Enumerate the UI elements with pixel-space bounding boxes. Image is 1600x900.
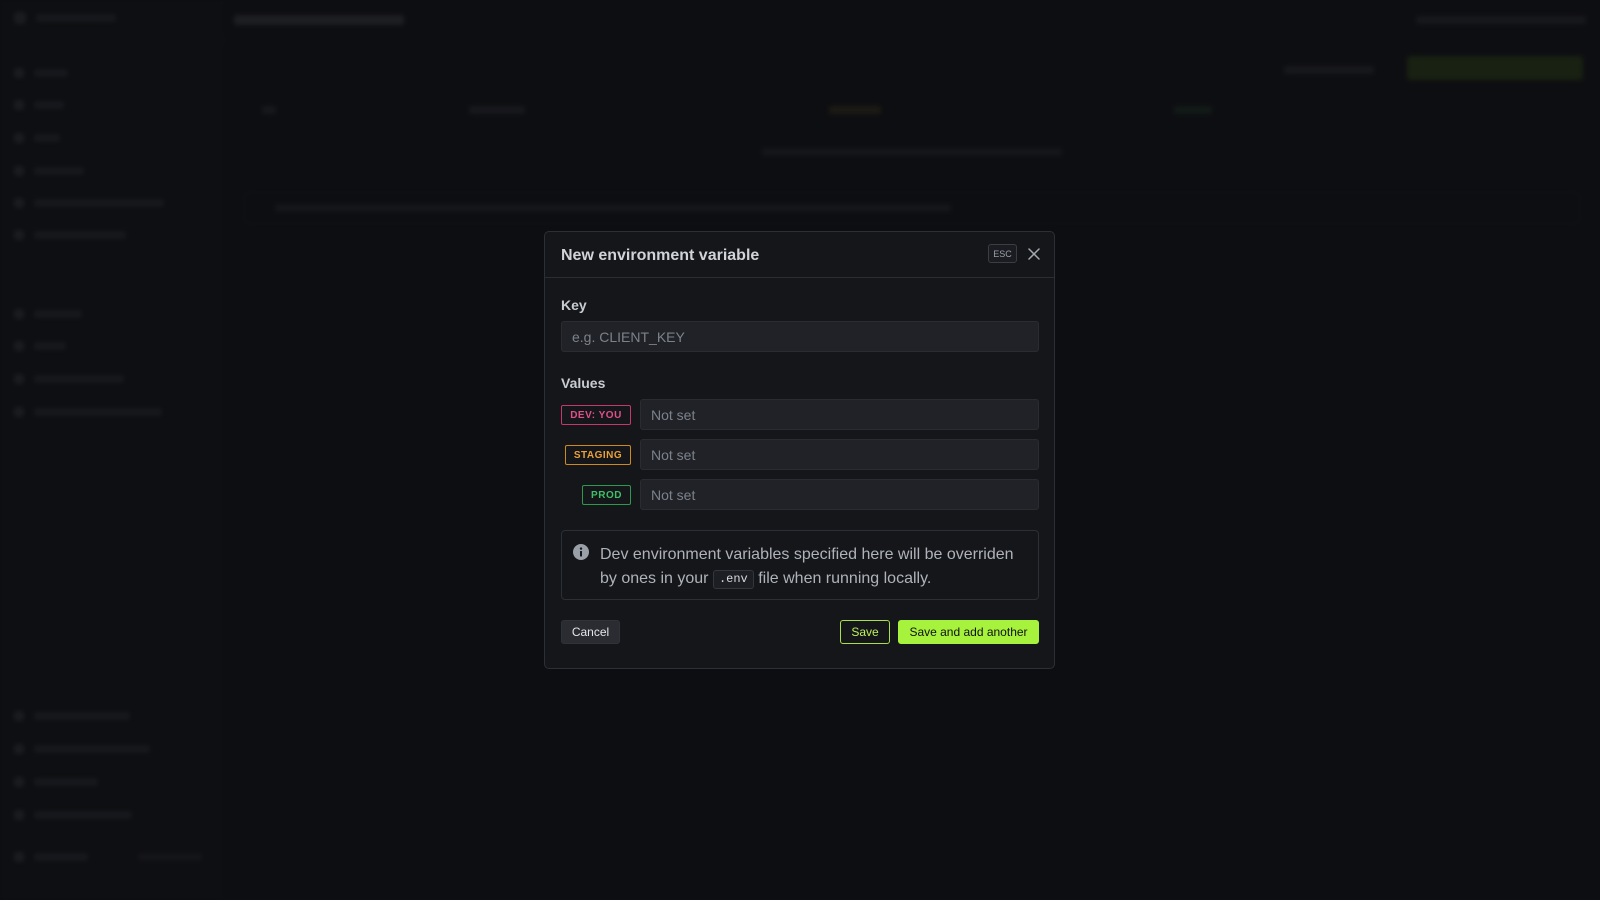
env-badge-prod: PROD	[582, 485, 631, 505]
env-badge-staging: STAGING	[565, 445, 631, 465]
save-button[interactable]: Save	[840, 620, 890, 644]
env-file-code: .env	[712, 570, 754, 589]
env-badge-dev: DEV: YOU	[561, 405, 631, 425]
esc-key-hint: ESC	[988, 244, 1017, 263]
info-text: Dev environment variables specified here…	[600, 543, 1032, 591]
close-button[interactable]	[1024, 244, 1044, 264]
close-icon	[1028, 248, 1040, 260]
key-input[interactable]	[561, 321, 1039, 352]
staging-value-input[interactable]	[640, 439, 1039, 470]
cancel-button[interactable]: Cancel	[561, 620, 620, 644]
new-env-variable-dialog: New environment variable ESC Key Values …	[544, 231, 1055, 669]
key-label: Key	[561, 297, 587, 313]
save-and-add-another-button[interactable]: Save and add another	[898, 620, 1039, 644]
dialog-title: New environment variable	[561, 247, 760, 264]
info-callout: Dev environment variables specified here…	[561, 530, 1039, 600]
values-label: Values	[561, 375, 606, 391]
info-text-after: file when running locally.	[753, 570, 932, 587]
prod-value-input[interactable]	[640, 479, 1039, 510]
dev-value-input[interactable]	[640, 399, 1039, 430]
dialog-header: New environment variable ESC	[545, 232, 1054, 278]
info-icon	[573, 544, 589, 560]
